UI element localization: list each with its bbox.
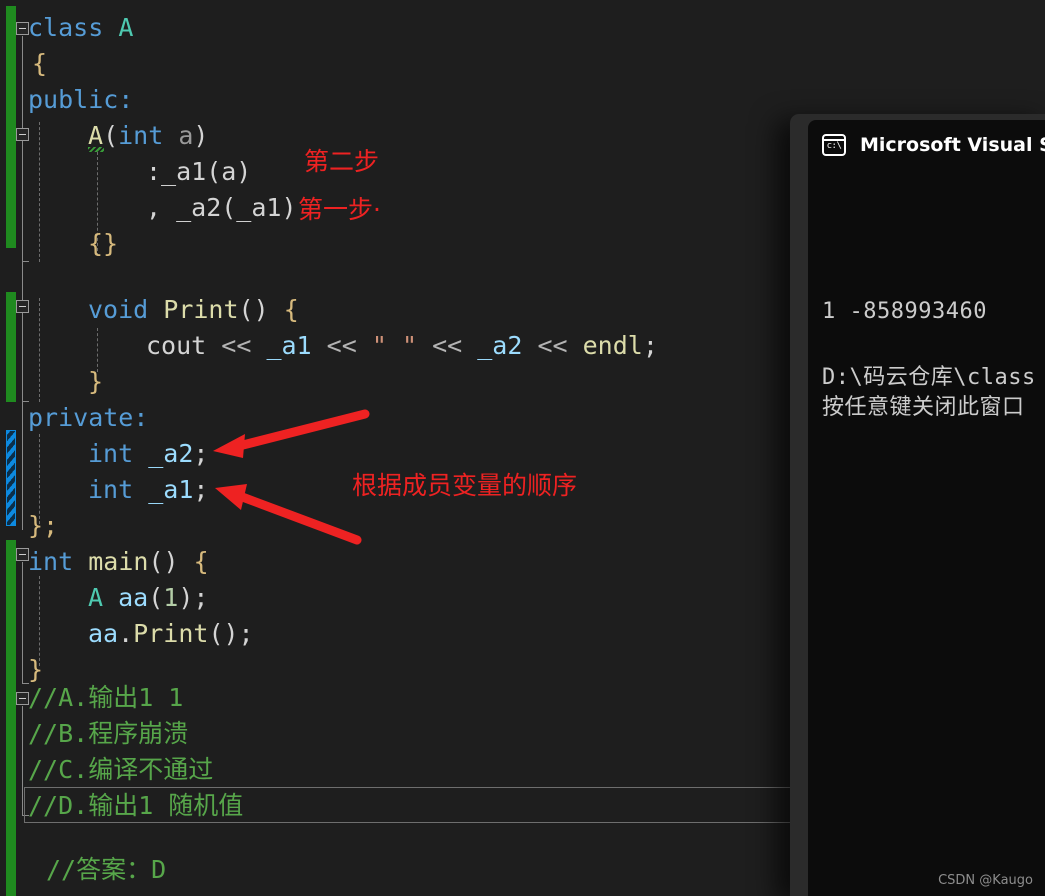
token-space-string: " " (371, 331, 417, 360)
annotation-step-one: 第一步· (298, 195, 381, 224)
console-output-area[interactable] (808, 144, 1045, 896)
token-parens: () (148, 547, 194, 576)
token-class-close: }; (28, 511, 59, 540)
code-line[interactable]: A(int a) (88, 118, 208, 154)
console-output-line: 1 -858993460 (822, 299, 987, 324)
token-semicolon: ; (642, 331, 658, 360)
console-path-line: D:\码云仓库\class (822, 365, 1036, 390)
error-squiggle-underline (88, 147, 104, 152)
code-line[interactable]: int _a1; (88, 472, 208, 508)
code-line[interactable]: , _a2(_a1) (146, 190, 297, 226)
token-shift-operator: << (432, 331, 463, 360)
token-int-keyword: int (88, 475, 134, 504)
annotation-member-order: 根据成员变量的顺序 (352, 471, 578, 500)
watermark: CSDN @Kaugo (938, 873, 1033, 888)
token-class-name: A (88, 583, 104, 612)
token-object-name: aa (88, 619, 119, 648)
comment-choice-c[interactable]: //C.编译不通过 (28, 752, 213, 788)
token-cout: cout (146, 331, 207, 360)
console-prompt-line: 按任意键关闭此窗口 (822, 395, 1025, 420)
comment-choice-a[interactable]: //A.输出1 1 (28, 680, 183, 716)
token-member-a1: _a1 (266, 331, 312, 360)
token-empty-body: {} (88, 229, 119, 258)
console-titlebar[interactable]: c:\ Microsoft Visual Studio (808, 114, 1045, 176)
token-shift-operator: << (221, 331, 252, 360)
token-shift-operator: << (537, 331, 568, 360)
token-semicolon: ; (193, 475, 209, 504)
token-public-label: public: (28, 85, 134, 114)
token-paren: ) (193, 121, 209, 150)
code-line[interactable]: int _a2; (88, 436, 208, 472)
token-constructor-name: A (88, 121, 104, 150)
code-line[interactable]: class A (28, 10, 133, 46)
token-semicolon: ; (193, 439, 209, 468)
code-line[interactable]: {} (88, 226, 118, 262)
comment-choice-d[interactable]: //D.输出1 随机值 (28, 788, 243, 824)
token-member-a2: _a2 (148, 439, 194, 468)
token-main-name: main (88, 547, 149, 576)
token-dot: . (118, 619, 134, 648)
token-open-brace: { (32, 49, 48, 78)
code-line[interactable]: int main() { (28, 544, 209, 580)
comment-choice-b[interactable]: //B.程序崩溃 (28, 716, 188, 752)
token-parens: (); (208, 619, 254, 648)
code-line[interactable]: A aa(1); (88, 580, 208, 616)
token-param-a: a (178, 121, 194, 150)
token-paren: ); (178, 583, 209, 612)
token-endl: endl (582, 331, 643, 360)
annotation-step-two: 第二步 (304, 147, 380, 176)
token-shift-operator: << (326, 331, 357, 360)
token-open-brace: { (193, 547, 209, 576)
console-icon-label: c:\ (826, 141, 842, 151)
token-print-name: Print (163, 295, 239, 324)
token-paren: ( (103, 121, 119, 150)
token-initializer-a2: , _a2(_a1) (146, 193, 297, 222)
token-parens: () (238, 295, 284, 324)
code-line[interactable]: public: (28, 82, 133, 118)
token-class-keyword: class (28, 13, 104, 42)
token-class-name: A (118, 13, 134, 42)
token-int-keyword: int (88, 439, 134, 468)
code-line[interactable]: }; (28, 508, 58, 544)
token-member-a2: _a2 (477, 331, 523, 360)
code-line[interactable]: { (32, 46, 47, 82)
code-line[interactable]: :_a1(a) (146, 154, 251, 190)
console-window[interactable]: c:\ Microsoft Visual Studio 1 -858993460… (790, 114, 1045, 896)
code-line[interactable]: } (88, 364, 103, 400)
token-int-keyword: int (118, 121, 164, 150)
console-title: Microsoft Visual Studio (860, 134, 1045, 156)
code-line[interactable]: void Print() { (88, 292, 299, 328)
token-member-a1: _a1 (148, 475, 194, 504)
token-close-brace: } (88, 367, 104, 396)
token-print-name: Print (133, 619, 209, 648)
code-line[interactable]: cout << _a1 << " " << _a2 << endl; (146, 328, 658, 364)
token-initializer-a1: :_a1(a) (146, 157, 252, 186)
token-private-label: private: (28, 403, 149, 432)
comment-answer[interactable]: //答案：D (46, 852, 166, 888)
token-paren: ( (148, 583, 164, 612)
code-line[interactable]: aa.Print(); (88, 616, 254, 652)
console-window-icon: c:\ (822, 134, 846, 156)
token-int-keyword: int (28, 547, 74, 576)
token-void-keyword: void (88, 295, 149, 324)
token-literal-one: 1 (163, 583, 179, 612)
token-open-brace: { (283, 295, 299, 324)
token-object-name: aa (118, 583, 149, 612)
code-line[interactable]: private: (28, 400, 148, 436)
